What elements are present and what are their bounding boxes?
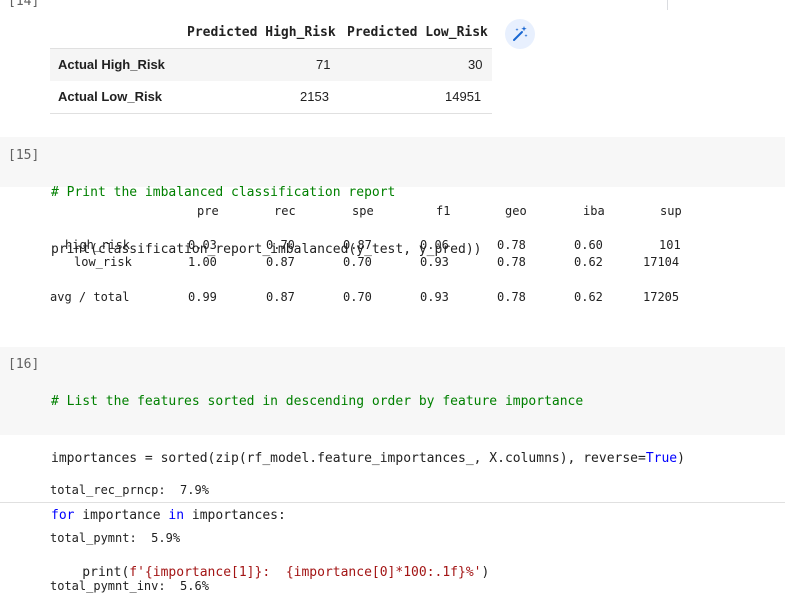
- report-header: geo: [505, 204, 527, 218]
- report-value: 0.93: [420, 290, 449, 304]
- report-value: 0.62: [574, 290, 603, 304]
- output-line: total_pymnt_inv: 5.6%: [50, 579, 209, 593]
- report-header: sup: [660, 204, 682, 218]
- code-comment: # Print the imbalanced classification re…: [51, 185, 396, 200]
- report-row-label: low_risk: [74, 255, 132, 269]
- report-header: pre: [197, 204, 219, 218]
- report-header: spe: [352, 204, 374, 218]
- report-row-label: high_risk: [65, 238, 131, 252]
- report-header: iba: [583, 204, 605, 218]
- code-keyword: True: [645, 451, 678, 466]
- cell-15-prompt: [15]: [8, 148, 40, 163]
- table-cell: 30: [468, 57, 483, 72]
- column-header: Predicted High_Risk: [187, 25, 336, 40]
- report-value: 17205: [643, 290, 680, 304]
- feature-importance-output: total_rec_prncp: 7.9% total_pymnt: 5.9% …: [50, 450, 209, 610]
- row-label: Actual Low_Risk: [58, 89, 163, 104]
- report-value: 0.87: [343, 238, 372, 252]
- output-line: total_rec_prncp: 7.9%: [50, 483, 209, 497]
- report-value: 0.93: [420, 255, 449, 269]
- report-value: 17104: [643, 255, 680, 269]
- report-value: 0.70: [343, 255, 372, 269]
- report-value: 0.78: [497, 255, 526, 269]
- report-value: 0.06: [420, 238, 449, 252]
- column-header: Predicted Low_Risk: [347, 25, 488, 40]
- output-right-border: [667, 0, 668, 10]
- row-label: Actual High_Risk: [58, 57, 165, 72]
- report-value: 0.78: [497, 238, 526, 252]
- output-line: total_pymnt: 5.9%: [50, 531, 181, 545]
- table-bottom: [50, 113, 492, 114]
- code-token: ): [677, 451, 685, 466]
- table-cell: 71: [316, 57, 331, 72]
- code-comment: # List the features sorted in descending…: [51, 394, 584, 409]
- report-value: 0.70: [266, 238, 295, 252]
- report-header: rec: [274, 204, 296, 218]
- magic-wand-icon: [513, 26, 528, 41]
- cell-divider: [0, 502, 785, 503]
- suggest-visualization-button[interactable]: [505, 19, 535, 49]
- report-value: 101: [659, 238, 681, 252]
- report-value: 0.99: [188, 290, 217, 304]
- report-value: 0.87: [266, 290, 295, 304]
- report-row-label: avg / total: [50, 290, 130, 304]
- report-value: 0.03: [188, 238, 217, 252]
- report-value: 0.78: [497, 290, 526, 304]
- table-cell: 2153: [300, 89, 329, 104]
- cell-16-prompt: [16]: [8, 357, 40, 372]
- code-token: ): [481, 565, 490, 580]
- report-header: f1: [436, 204, 451, 218]
- report-value: 0.62: [574, 255, 603, 269]
- report-value: 1.00: [188, 255, 217, 269]
- report-value: 0.70: [343, 290, 372, 304]
- table-cell: 14951: [445, 89, 482, 104]
- report-value: 0.60: [574, 238, 603, 252]
- cell-14-prompt: [14]: [8, 0, 40, 9]
- report-value: 0.87: [266, 255, 295, 269]
